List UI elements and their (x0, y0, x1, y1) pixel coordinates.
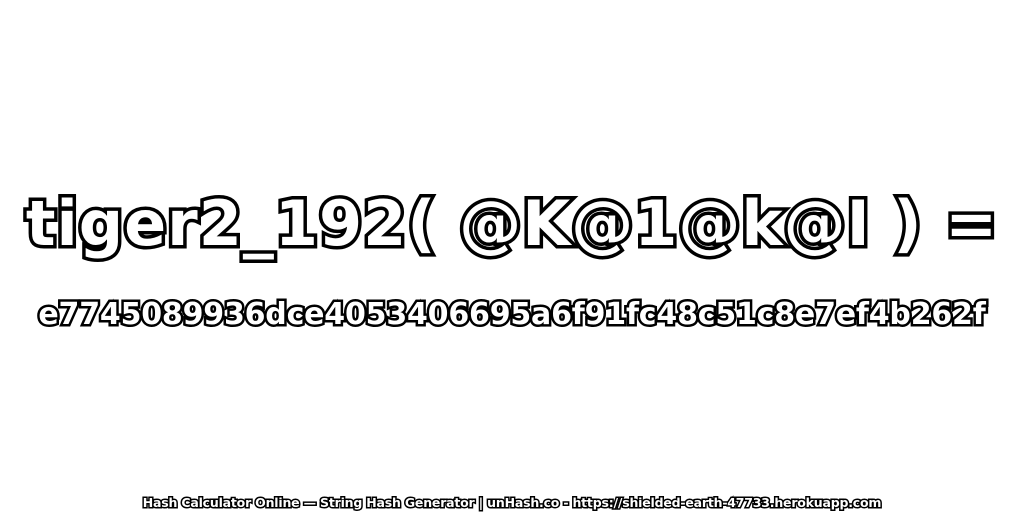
hash-expression-heading: tiger2_192( @K@1@k@I ) = (22, 184, 1000, 264)
hash-result-value: e7745089936dce4053406695a6f91fc48c51c8e7… (36, 295, 988, 335)
site-footer-credit: Hash Calculator Online — String Hash Gen… (141, 494, 883, 512)
